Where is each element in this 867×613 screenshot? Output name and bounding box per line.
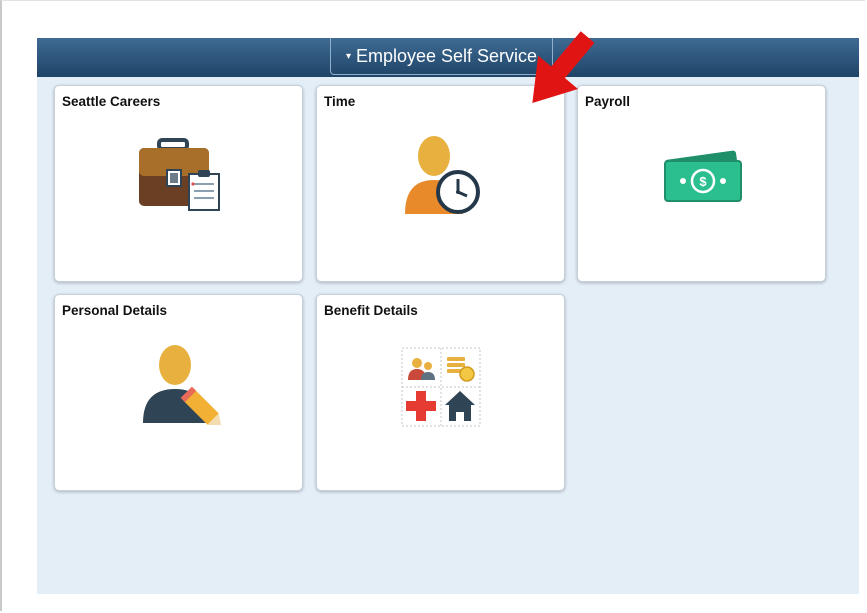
tile-title: Personal Details: [62, 303, 168, 318]
tile-title: Time: [324, 94, 356, 109]
homepage-canvas: ▾ Employee Self Service Seattle Careers …: [37, 38, 859, 594]
tile-benefit-details[interactable]: Benefit Details: [316, 294, 565, 491]
briefcase-clipboard-icon: [139, 138, 220, 211]
tile-seattle-careers[interactable]: Seattle Careers: [54, 85, 303, 282]
homepage-title: Employee Self Service: [355, 45, 538, 66]
benefits-grid-icon: [401, 347, 481, 427]
tile-title: Seattle Careers: [62, 94, 161, 109]
person-pencil-icon: [143, 345, 221, 425]
tile-title: Benefit Details: [324, 303, 418, 318]
person-clock-icon: [405, 136, 480, 214]
caret-down-icon: ▾: [345, 50, 351, 62]
annotation-arrow-icon: [532, 31, 595, 103]
money-icon: $: [664, 150, 742, 202]
tile-personal-details[interactable]: Personal Details: [54, 294, 303, 491]
svg-text:$: $: [699, 174, 707, 189]
page-banner: ▾ Employee Self Service: [37, 38, 859, 77]
tile-payroll[interactable]: Payroll $: [577, 85, 826, 282]
